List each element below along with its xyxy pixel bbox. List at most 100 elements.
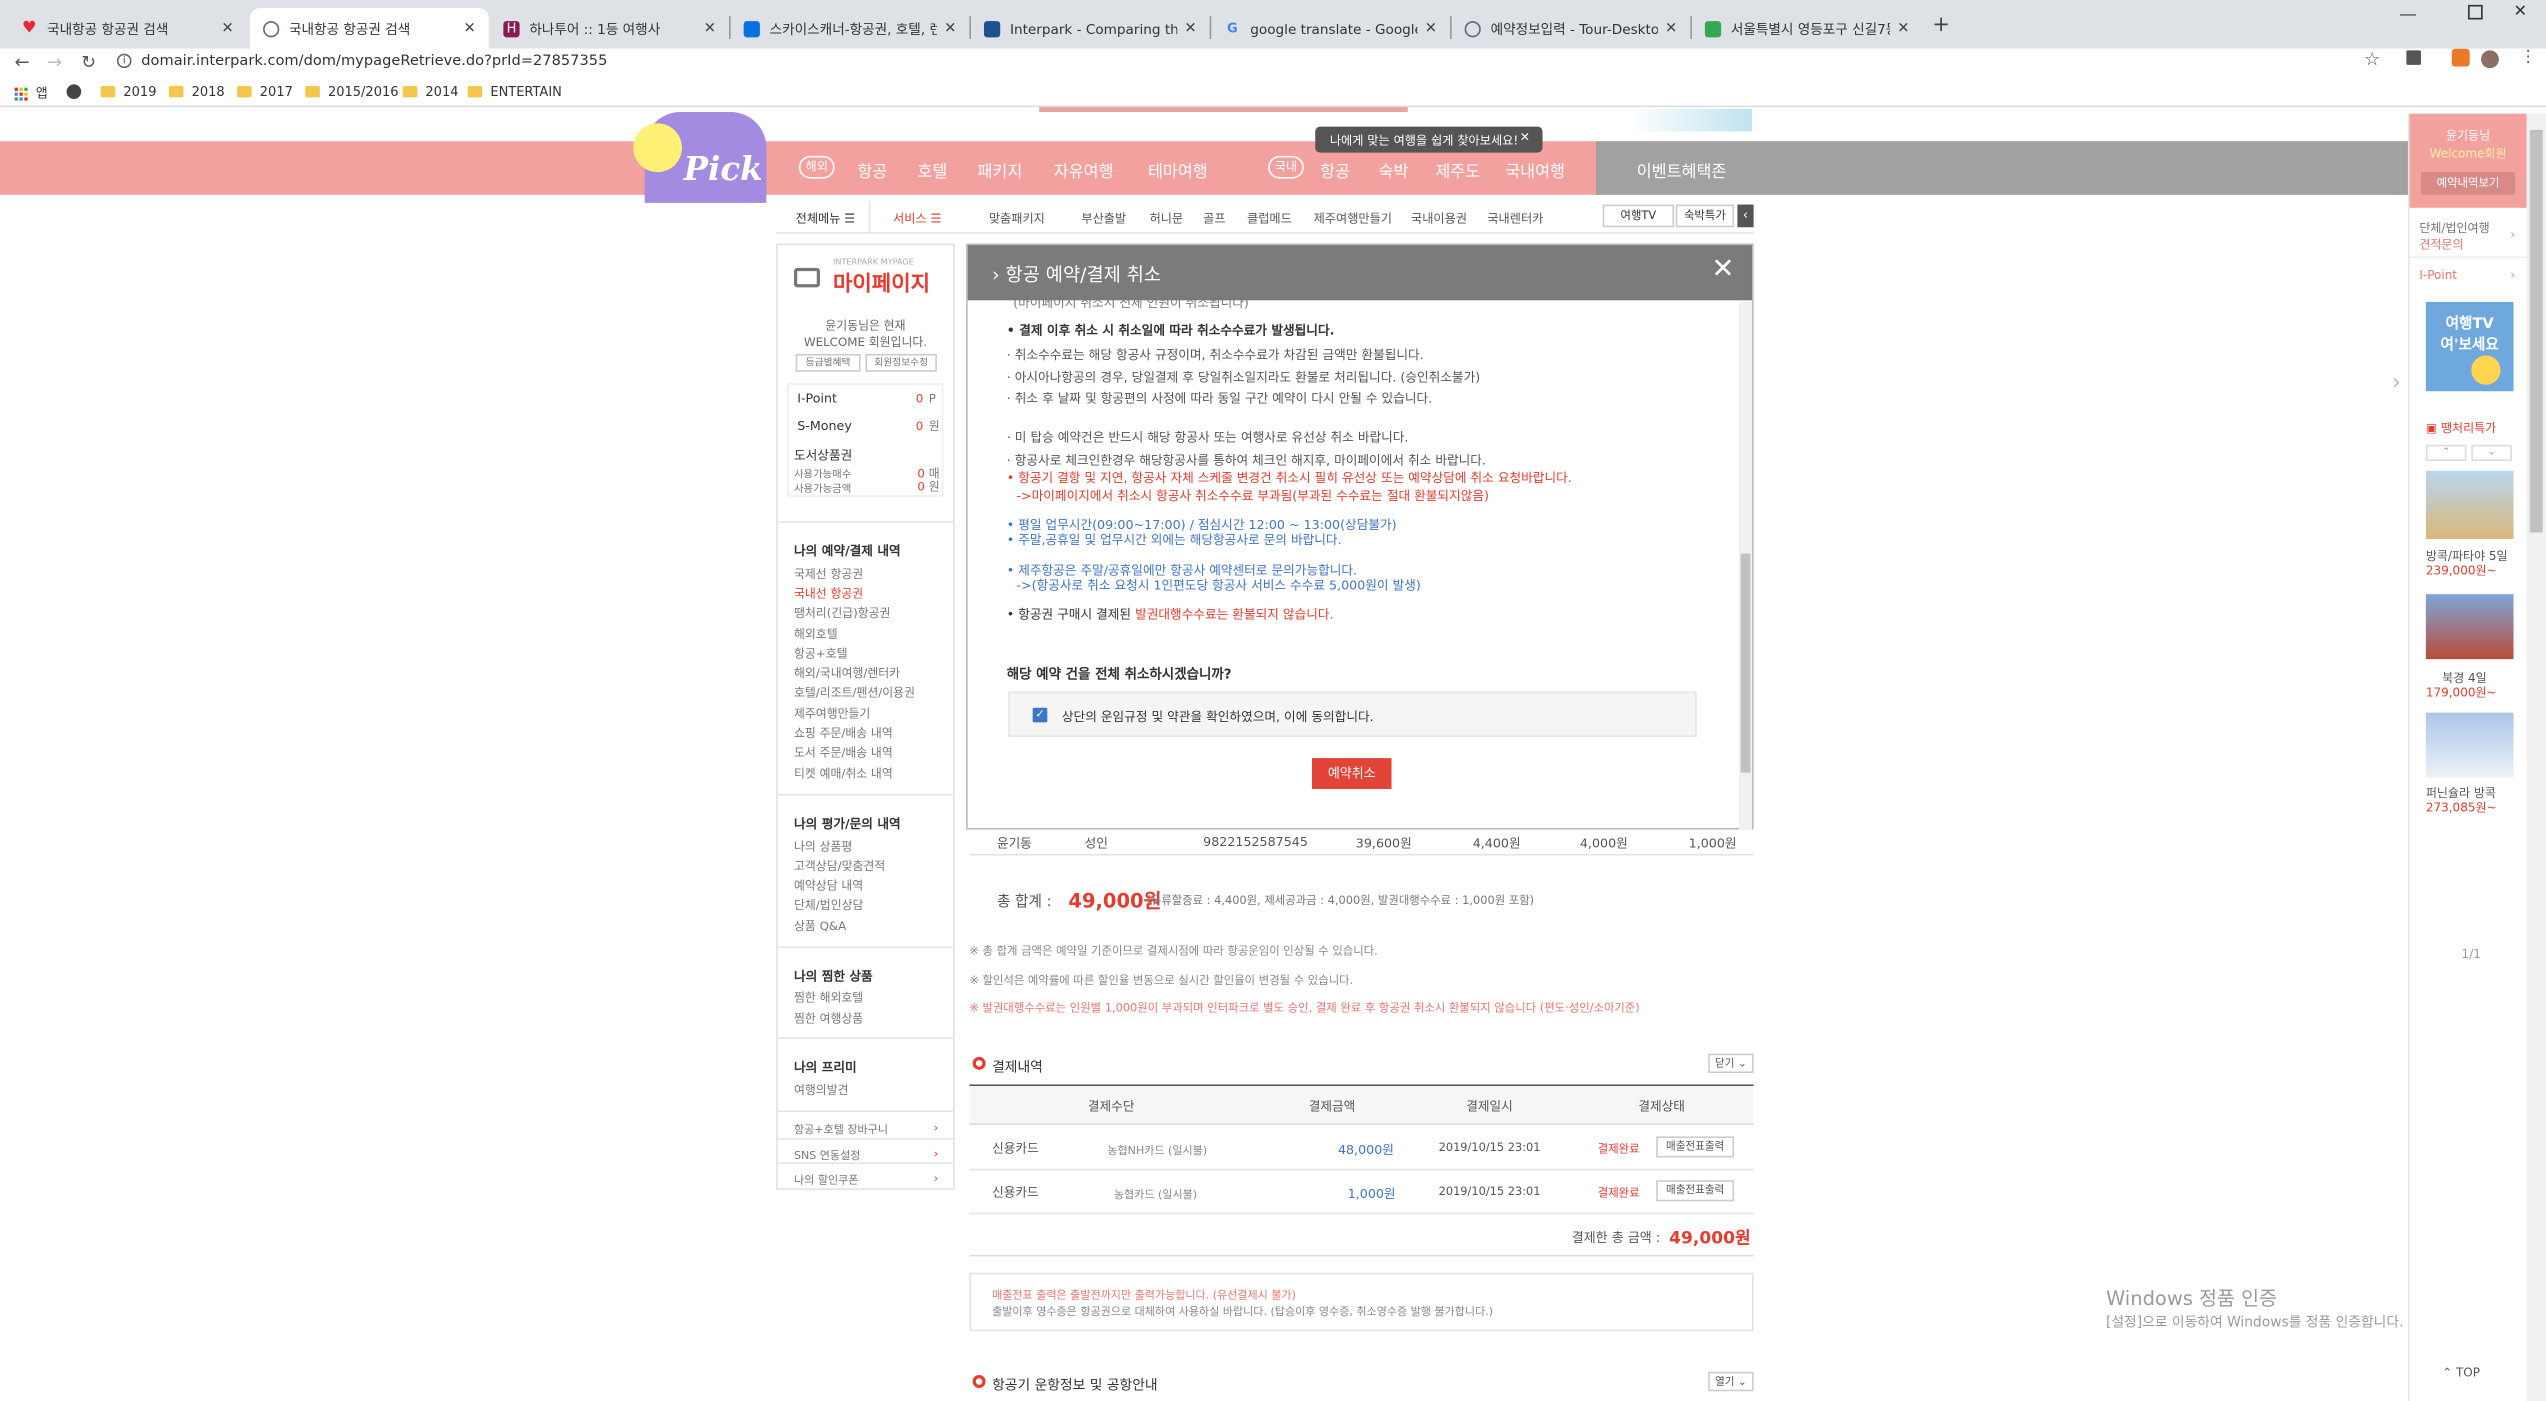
close-tab-icon[interactable]: ✕ <box>463 20 475 36</box>
close-tab-icon[interactable]: ✕ <box>222 20 234 36</box>
sidebar-link[interactable]: 제주여행만들기 <box>794 706 870 722</box>
tooltip-close-icon[interactable]: ✕ <box>1520 130 1530 145</box>
sidebar-link[interactable]: 나의 할인쿠폰 <box>794 1170 858 1187</box>
travel-tv-banner[interactable]: 여행TV 여'보세요 <box>2425 301 2514 392</box>
grade-benefit-button[interactable]: 등급별혜택 <box>795 353 861 372</box>
bookmark-folder[interactable]: 2015/2016 <box>305 84 398 99</box>
nav-overseas-free[interactable]: 자유여행 <box>1054 157 1114 182</box>
chevron-left-icon[interactable]: ‹ <box>1737 204 1754 228</box>
sidebar-link[interactable]: 도서 주문/배송 내역 <box>794 745 893 761</box>
edit-profile-button[interactable]: 회원정보수정 <box>865 353 937 372</box>
pick-logo[interactable]: Pick <box>633 112 767 203</box>
sub-nav-item[interactable]: 골프 <box>1203 209 1225 227</box>
peninsula-thumbnail[interactable] <box>2425 712 2514 778</box>
close-tab-icon[interactable]: ✕ <box>1665 20 1677 36</box>
sidebar-link[interactable]: 나의 상품평 <box>794 839 852 855</box>
modal-scrollbar[interactable] <box>1739 301 1752 830</box>
nav-domestic-flight[interactable]: 항공 <box>1320 157 1350 182</box>
sidebar-link[interactable]: 단체/법인상담 <box>794 898 863 914</box>
group-travel-link[interactable]: 단체/법인여행 <box>2419 219 2489 237</box>
sidebar-link[interactable]: 해외/국내여행/렌터카 <box>794 666 900 682</box>
sub-nav-item[interactable]: 부산출발 <box>1081 209 1126 227</box>
sidebar-link[interactable]: 호텔/리조트/펜션/이용권 <box>794 685 915 701</box>
close-tab-icon[interactable]: ✕ <box>1184 20 1196 36</box>
sidebar-link[interactable]: 찜한 여행상품 <box>794 1011 863 1027</box>
expand-button[interactable]: 열기 ⌄ <box>1708 1371 1754 1392</box>
bangkok-thumbnail[interactable] <box>2425 470 2514 539</box>
nav-domestic-stay[interactable]: 숙박 <box>1379 157 1409 182</box>
prev-arrow-icon[interactable]: ⌃ <box>2425 444 2467 462</box>
nav-domestic-jeju[interactable]: 제주도 <box>1435 157 1480 182</box>
new-tab-button[interactable]: + <box>1932 13 1950 37</box>
window-close-icon[interactable]: ✕ <box>2514 3 2528 21</box>
close-tab-icon[interactable]: ✕ <box>1897 20 1909 36</box>
reload-icon[interactable]: ↻ <box>81 52 96 73</box>
browser-tab[interactable]: 예약정보입력 - Tour-Desktop ✕ <box>1452 8 1691 49</box>
close-tab-icon[interactable]: ✕ <box>1425 20 1437 36</box>
bookmark-folder[interactable]: 2014 <box>402 84 458 99</box>
sidebar-link[interactable]: 티켓 예매/취소 내역 <box>794 766 893 782</box>
minimize-icon[interactable]: ― <box>2400 6 2416 24</box>
travel-tv-button[interactable]: 여행TV <box>1602 204 1675 228</box>
browser-tab-active[interactable]: 국내항공 항공권 검색 ✕ <box>250 8 489 49</box>
reservation-history-button[interactable]: 예약내역보기 <box>2420 172 2516 195</box>
extension-icon[interactable] <box>2451 48 2470 67</box>
forward-arrow-icon[interactable]: → <box>47 52 62 73</box>
all-menu-button[interactable]: 전체메뉴 ☰ <box>776 201 871 234</box>
nav-overseas-theme[interactable]: 테마여행 <box>1148 157 1208 182</box>
info-icon[interactable]: i <box>116 53 132 69</box>
service-menu[interactable]: 서비스 ☰ <box>893 209 941 227</box>
sub-nav-item[interactable]: 맞춤패키지 <box>989 209 1045 227</box>
sidebar-link[interactable]: SNS 연동설정 <box>794 1146 860 1162</box>
sidebar-link[interactable]: 고객상담/맞춤견적 <box>794 859 885 875</box>
sidebar-link[interactable]: 상품 Q&A <box>794 919 846 935</box>
sidebar-link[interactable]: 땡처리(긴급)항공권 <box>794 606 890 622</box>
beijing-thumbnail[interactable] <box>2425 594 2514 660</box>
sidebar-link[interactable]: 국제선 항공권 <box>794 567 863 583</box>
bookmark-folder[interactable]: 2019 <box>100 84 156 99</box>
receipt-print-button[interactable]: 매출전표출력 <box>1656 1136 1735 1158</box>
sub-nav-item[interactable]: 클럽메드 <box>1247 209 1292 227</box>
nav-overseas-package[interactable]: 패키지 <box>977 157 1022 182</box>
next-arrow-icon[interactable]: ⌄ <box>2471 444 2512 462</box>
extension-icon[interactable] <box>2406 50 2421 65</box>
cancel-reservation-button[interactable]: 예약취소 <box>1311 758 1392 789</box>
sidebar-link[interactable]: 쇼핑 주문/배송 내역 <box>794 726 893 742</box>
bookmark-star-icon[interactable]: ☆ <box>2364 49 2380 70</box>
sidebar-link[interactable]: 예약상담 내역 <box>794 878 863 894</box>
browser-tab[interactable]: ♥ 국내항공 항공권 검색 ✕ <box>8 8 247 49</box>
bookmark-folder[interactable]: 2018 <box>168 84 225 99</box>
bookmark-globe[interactable] <box>66 84 82 100</box>
sidebar-link-active[interactable]: 국내선 항공권 <box>794 586 863 602</box>
bookmark-apps[interactable]: 앱 <box>14 84 48 102</box>
sub-nav-item[interactable]: 국내이용권 <box>1411 209 1467 227</box>
close-tab-icon[interactable]: ✕ <box>704 20 716 36</box>
sidebar-link[interactable]: 여행의발견 <box>794 1083 849 1099</box>
url-bar[interactable]: i domair.interpark.com/dom/mypageRetriev… <box>100 48 2394 75</box>
menu-dots-icon[interactable]: ⋮ <box>2520 49 2536 67</box>
avatar[interactable] <box>2481 50 2499 69</box>
back-arrow-icon[interactable]: ← <box>15 52 30 73</box>
scrollbar-thumb[interactable] <box>1740 553 1751 773</box>
bookmark-folder[interactable]: ENTERTAIN <box>467 84 562 99</box>
nav-domestic-travel[interactable]: 국내여행 <box>1505 157 1565 182</box>
browser-tab[interactable]: Interpark - Comparing the figur✕ <box>971 8 1210 49</box>
sub-nav-item[interactable]: 허니문 <box>1150 209 1184 227</box>
browser-tab[interactable]: Ggoogle translate - Google 검색✕ <box>1211 8 1450 49</box>
sidebar-link[interactable]: 해외호텔 <box>794 627 838 643</box>
agree-label[interactable]: 상단의 운임규정 및 약관을 확인하였으며, 이에 동의합니다. <box>1062 708 1374 726</box>
nav-overseas-flight[interactable]: 항공 <box>857 157 887 182</box>
sidebar-link[interactable]: 찜한 해외호텔 <box>794 990 863 1006</box>
receipt-print-button[interactable]: 매출전표출력 <box>1656 1180 1735 1202</box>
maximize-icon[interactable] <box>2468 4 2483 20</box>
sub-nav-item[interactable]: 제주여행만들기 <box>1314 209 1392 227</box>
ipoint-link[interactable]: I-Point <box>2419 268 2457 283</box>
sidebar-link[interactable]: 항공+호텔 장바구니 <box>794 1120 888 1136</box>
chevron-right-icon[interactable]: › <box>2392 370 2401 396</box>
browser-tab[interactable]: 서울특별시 영등포구 신길7동 - G✕ <box>1692 8 1923 49</box>
modal-close-icon[interactable]: ✕ <box>1711 253 1734 285</box>
sidebar-link[interactable]: 항공+호텔 <box>794 646 848 662</box>
bookmark-folder[interactable]: 2017 <box>237 84 293 99</box>
nav-overseas-hotel[interactable]: 호텔 <box>917 157 947 182</box>
close-tab-icon[interactable]: ✕ <box>944 20 956 36</box>
